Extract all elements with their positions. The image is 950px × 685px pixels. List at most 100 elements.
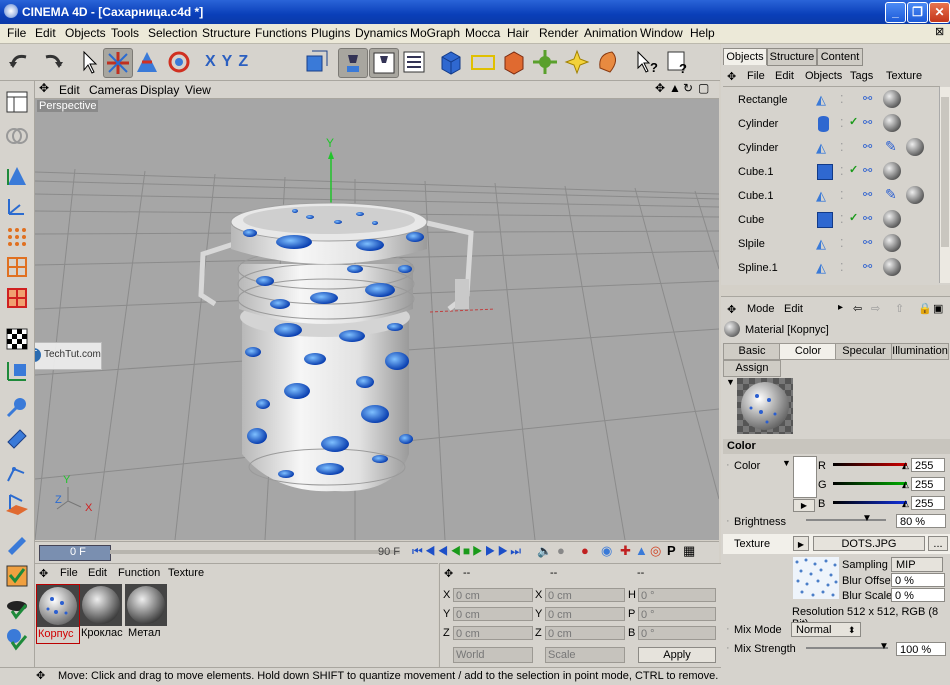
sampling-dropdown[interactable]: MIP (891, 557, 943, 572)
enable-axis-icon[interactable] (4, 595, 30, 621)
rotation-b-field[interactable]: 0 ° (638, 626, 716, 640)
object-row-cube-1[interactable]: Cube.1 ◭ ⁚ ⚯ ✎ (723, 185, 942, 208)
scrollbar-thumb[interactable] (941, 97, 949, 247)
texture-mode-icon[interactable] (4, 326, 30, 352)
matmgr-menu-texture[interactable]: Texture (168, 567, 204, 579)
attr-move-icon[interactable]: ✥ (727, 303, 736, 316)
menu-render[interactable]: Render (539, 26, 578, 40)
size-y-field[interactable]: 0 cm (545, 607, 625, 621)
color-swatch[interactable] (793, 456, 817, 498)
preview-arrow-icon[interactable]: ▼ (726, 377, 735, 387)
mix-strength-slider-handle[interactable]: ▼ (879, 641, 889, 652)
object-row-cube-1[interactable]: Cube.1 ⁚ ✓ ⚯ (723, 161, 942, 184)
material-tag-icon[interactable] (906, 186, 924, 204)
deformer-icon[interactable] (563, 48, 591, 76)
r-slider-handle[interactable]: ◭ (902, 460, 909, 471)
menu-tools[interactable]: Tools (111, 26, 139, 40)
scale-tool-icon[interactable] (133, 48, 161, 76)
key-parameter-icon[interactable]: P (667, 543, 676, 558)
rotate-tool-icon[interactable] (165, 48, 193, 76)
snapping-icon[interactable] (4, 563, 30, 589)
viewport-rotate-icon[interactable]: ↻ (683, 81, 693, 95)
enabled-check-icon[interactable]: ✓ (849, 163, 858, 176)
autokey-icon[interactable]: ◉ (601, 543, 612, 559)
g-slider-track[interactable] (833, 482, 907, 485)
visibility-dots-icon[interactable]: ⁚ (840, 141, 844, 154)
record-keyframe-icon[interactable]: ● (581, 543, 589, 558)
model-mode-icon[interactable] (4, 163, 30, 189)
b-value[interactable]: 255 (911, 496, 945, 510)
menu-objects[interactable]: Objects (65, 26, 106, 40)
object-axis-icon[interactable] (4, 193, 30, 219)
viewport-pan-icon[interactable]: ✥ (655, 81, 665, 95)
viewport-move-icon[interactable]: ✥ (39, 81, 49, 95)
phong-tag-icon[interactable]: ⚯ (863, 140, 872, 153)
material-slot[interactable]: Кроклас (80, 584, 123, 642)
timeline-track[interactable] (110, 550, 400, 554)
object-row-cube[interactable]: Cube ⁚ ✓ ⚯ (723, 209, 942, 232)
key-scale-icon[interactable]: ▲ (635, 543, 648, 558)
nurbs-icon[interactable] (500, 48, 528, 76)
object-row-slpile[interactable]: Slpile ◭ ⁚ ⚯ (723, 233, 942, 256)
menu-mograph[interactable]: MoGraph (410, 26, 460, 40)
phong-tag-icon[interactable]: ⚯ (863, 188, 872, 201)
matmgr-menu-edit[interactable]: Edit (88, 567, 107, 579)
attr-lock-icon[interactable]: 🔒 (918, 302, 932, 315)
menu-selection[interactable]: Selection (148, 26, 197, 40)
visibility-dots-icon[interactable]: ⁚ (840, 93, 844, 106)
menu-file[interactable]: File (7, 26, 26, 40)
axis-lock-xyz-icon[interactable]: XYZ (205, 48, 297, 76)
r-value[interactable]: 255 (911, 458, 945, 472)
mix-strength-slider-track[interactable] (806, 647, 888, 649)
attr-back-icon[interactable]: ⇦ (853, 302, 862, 315)
make-editable-icon[interactable] (4, 123, 30, 149)
blur-scale-value[interactable]: 0 % (891, 588, 945, 602)
material-tag-icon[interactable] (883, 114, 901, 132)
layout-icon[interactable] (4, 89, 30, 115)
matmgr-menu-file[interactable]: File (60, 567, 78, 579)
size-mode-dropdown[interactable]: Scale (545, 647, 625, 663)
locked-workplane-icon[interactable] (4, 626, 30, 652)
phong-tag-icon[interactable]: ⚯ (863, 212, 872, 225)
tab-illumination[interactable]: Illumination (891, 343, 949, 360)
phong-tag-icon[interactable]: ⚯ (863, 260, 872, 273)
cube-primitive-icon[interactable] (437, 48, 465, 76)
redo-icon[interactable] (38, 48, 66, 76)
r-slider-track[interactable] (833, 463, 907, 466)
workplane-icon[interactable] (4, 491, 30, 517)
material-tag-icon[interactable] (883, 90, 901, 108)
texture-axis-icon[interactable] (4, 358, 30, 384)
menu-edit[interactable]: Edit (35, 26, 56, 40)
b-slider-track[interactable] (833, 501, 907, 504)
sound-icon[interactable]: 🔈 (537, 544, 552, 558)
polygons-mode-icon[interactable] (4, 285, 30, 311)
playback-controls[interactable]: ⏮◀◀◀■▶▶▶⏭ (412, 544, 532, 560)
render-view-icon[interactable] (338, 48, 368, 78)
menu-plugins[interactable]: Plugins (311, 26, 350, 40)
phong-tag-icon[interactable]: ⚯ (863, 92, 872, 105)
timeline-slider[interactable]: 0 F (39, 545, 111, 561)
g-slider-handle[interactable]: ◭ (902, 479, 909, 490)
attr-menu-mode[interactable]: Mode (747, 303, 775, 315)
phong-tag-icon[interactable]: ⚯ (863, 116, 872, 129)
mix-strength-value[interactable]: 100 % (896, 642, 946, 656)
texture-file-button[interactable]: DOTS.JPG (813, 536, 925, 551)
material-tag-icon[interactable] (883, 162, 901, 180)
inverse-kinematics-icon[interactable] (4, 459, 30, 485)
blur-offset-value[interactable]: 0 % (891, 573, 945, 587)
tab-basic[interactable]: Basic (723, 343, 781, 360)
mdi-close-icon[interactable]: ⊠ (935, 25, 944, 38)
tab-assign[interactable]: Assign (723, 360, 781, 377)
object-row-spline-1[interactable]: Spline.1 ◭ ⁚ ⚯ (723, 257, 942, 280)
objmgr-menu-tags[interactable]: Tags (850, 70, 873, 82)
size-x-field[interactable]: 0 cm (545, 588, 625, 602)
context-help-icon[interactable]: ? (664, 48, 692, 76)
visibility-dots-icon[interactable]: ⁚ (840, 261, 844, 274)
menu-animation[interactable]: Animation (584, 26, 637, 40)
apply-button[interactable]: Apply (638, 647, 716, 663)
material-tag-icon[interactable] (883, 210, 901, 228)
color-dropdown-icon[interactable]: ▼ (782, 458, 791, 468)
position-x-field[interactable]: 0 cm (453, 588, 533, 602)
objmgr-menu-objects[interactable]: Objects (805, 70, 842, 82)
tab-content[interactable]: Content (817, 48, 863, 66)
